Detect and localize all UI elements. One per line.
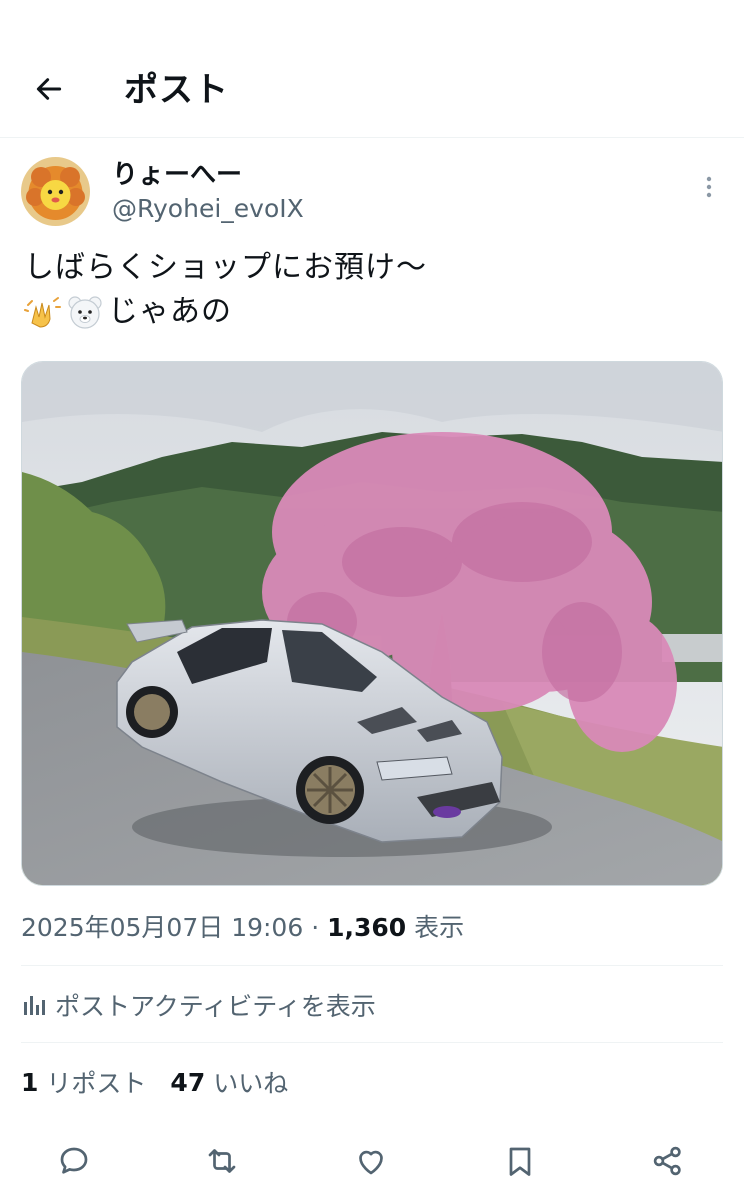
likes-count[interactable]: 47 xyxy=(170,1068,205,1097)
more-vertical-icon xyxy=(706,176,712,198)
reply-button[interactable] xyxy=(51,1138,97,1184)
like-button[interactable] xyxy=(348,1138,394,1184)
reposts-label[interactable]: リポスト xyxy=(46,1064,146,1100)
views-label: 表示 xyxy=(414,913,465,942)
post-text-line-1: しばらくショップにお預け〜 xyxy=(24,250,427,285)
like-icon xyxy=(359,1150,383,1175)
post-text: しばらくショップにお預け〜 じゃあの xyxy=(24,246,427,334)
share-icon xyxy=(653,1146,681,1176)
page-title: ポスト xyxy=(124,70,229,110)
photo-illustration xyxy=(22,362,722,885)
share-button[interactable] xyxy=(645,1138,691,1184)
likes-label[interactable]: いいね xyxy=(213,1064,288,1100)
meta-separator: · xyxy=(311,913,320,942)
author-display-name[interactable]: りょーへー xyxy=(112,158,242,192)
post-text-line-2-text: じゃあの xyxy=(108,294,232,329)
bookmark-button[interactable] xyxy=(497,1138,543,1184)
waving-hands-emoji xyxy=(24,293,62,331)
activity-label: ポストアクティビティを表示 xyxy=(55,992,376,1021)
arrow-left-icon xyxy=(36,78,62,100)
post-timestamp[interactable]: 2025年05月07日 19:06 xyxy=(21,913,303,942)
post-text-line-2: じゃあの xyxy=(24,290,427,334)
author-handle[interactable]: @Ryohei_evoIX xyxy=(112,192,304,226)
avatar[interactable] xyxy=(21,157,90,226)
post-meta: 2025年05月07日 19:06 · 1,360 表示 xyxy=(21,908,464,948)
polar-bear-emoji xyxy=(66,293,104,331)
post-image[interactable] xyxy=(21,361,723,886)
bookmark-icon xyxy=(509,1147,531,1176)
repost-button[interactable] xyxy=(199,1138,245,1184)
reposts-count[interactable]: 1 xyxy=(21,1068,38,1097)
back-button[interactable] xyxy=(26,66,72,112)
bar-chart-icon xyxy=(21,992,47,1018)
reply-icon xyxy=(60,1147,88,1174)
divider xyxy=(21,965,723,966)
more-options-button[interactable] xyxy=(694,172,724,202)
views-count: 1,360 xyxy=(327,913,407,942)
repost-icon xyxy=(208,1149,236,1173)
engagement-stats: 1 リポスト 47 いいね xyxy=(21,1062,288,1102)
top-bar: ポスト xyxy=(0,0,744,138)
post-activity-link[interactable]: ポストアクティビティを表示 xyxy=(21,985,376,1025)
divider xyxy=(21,1042,723,1043)
